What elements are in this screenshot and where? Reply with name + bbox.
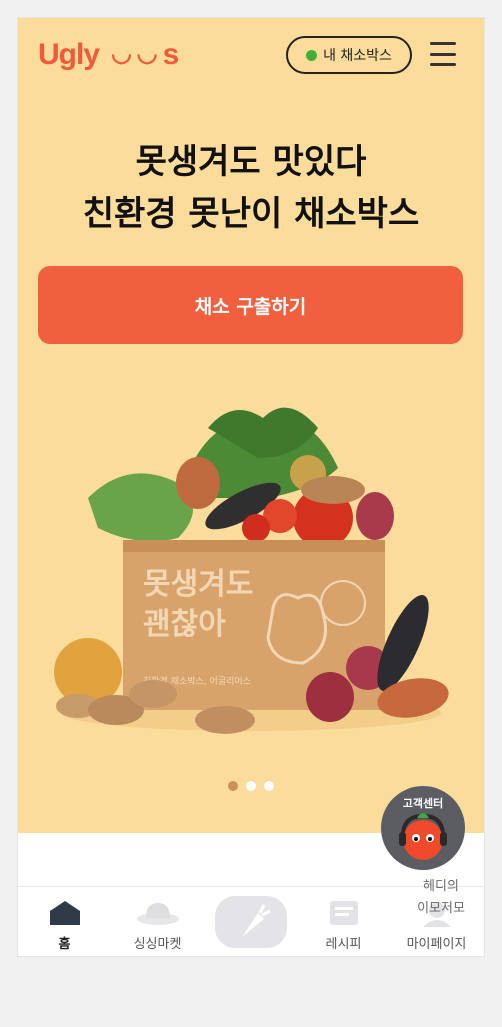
- emoji-board-link[interactable]: 헤디의 이모저모: [396, 876, 484, 920]
- status-dot-icon: [306, 49, 318, 61]
- tab-market[interactable]: 싱싱마켓: [111, 887, 204, 956]
- customer-center-button[interactable]: 고객센터: [381, 786, 465, 870]
- carousel-dot-2[interactable]: [246, 781, 256, 791]
- emoji-line-1: 헤디의: [423, 879, 459, 894]
- tab-mypage-label: 마이페이지: [406, 937, 467, 952]
- tab-home-label: 홈: [58, 937, 71, 952]
- tab-home[interactable]: 홈: [18, 887, 111, 956]
- carrot-icon: [214, 896, 287, 948]
- box-print-line-1: 못생겨도: [143, 567, 253, 602]
- rescue-vegetables-button[interactable]: 채소 구출하기: [38, 266, 463, 344]
- carousel-dot-1[interactable]: [228, 781, 238, 791]
- brand-logo[interactable]: Ugly ◡ ◡ s: [38, 38, 179, 74]
- hat-icon: [136, 903, 179, 925]
- page-title: 못생겨도 맛있다 친환경 못난이 채소박스: [18, 136, 484, 240]
- tab-recipe[interactable]: 레시피: [297, 887, 390, 956]
- vegetable-box-illustration: 못생겨도 괜찮아 친환경 채소박스, 어글리어스: [54, 407, 449, 734]
- carousel-dot-3[interactable]: [264, 781, 274, 791]
- tab-market-label: 싱싱마켓: [133, 937, 182, 952]
- my-box-label: 내 채소박스: [323, 48, 392, 64]
- my-box-button[interactable]: 내 채소박스: [286, 36, 412, 74]
- recipe-icon: [329, 901, 358, 925]
- tab-carrot[interactable]: [204, 887, 297, 956]
- app-frame: Ugly ◡ ◡ s 내 채소박스 못생겨도 맛있다 친환경 못난이 채소박스 채소…: [18, 18, 484, 956]
- cta-label: 채소 구출하기: [194, 295, 307, 318]
- mascot-icon: [399, 813, 447, 860]
- hamburger-icon[interactable]: [430, 42, 456, 66]
- emoji-line-2: 이모저모: [417, 901, 465, 916]
- hero-section: Ugly ◡ ◡ s 내 채소박스 못생겨도 맛있다 친환경 못난이 채소박스 채소…: [18, 18, 484, 833]
- tab-recipe-label: 레시피: [325, 937, 362, 952]
- headline-line-1: 못생겨도 맛있다: [135, 142, 367, 182]
- headline-line-2: 친환경 못난이 채소박스: [82, 194, 420, 234]
- home-icon: [49, 901, 80, 925]
- box-print-line-2: 괜찮아: [143, 607, 226, 642]
